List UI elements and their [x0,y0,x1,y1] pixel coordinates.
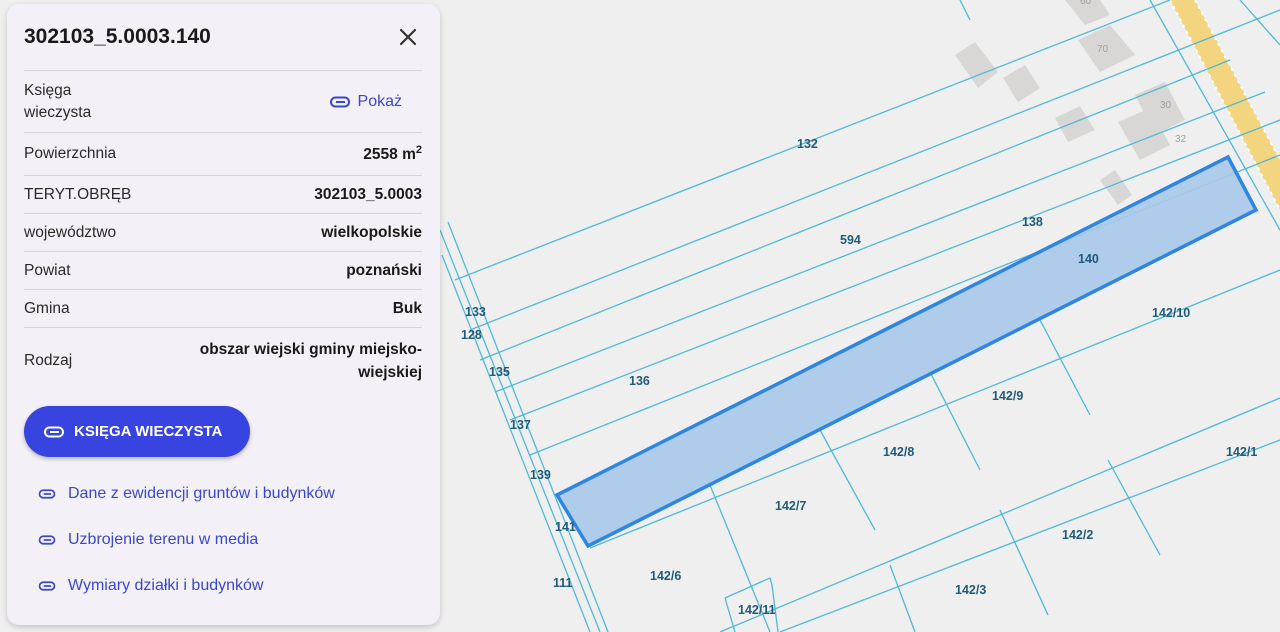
parcel-label: 138 [1022,215,1043,229]
parcel-label: 142/8 [883,445,914,459]
panel-header: 302103_5.0003.140 [24,4,422,70]
link-label: Wymiary działki i budynków [68,577,264,594]
attr-label: Powierzchnia [24,145,117,162]
building-number: 30 [1160,100,1172,111]
attr-value: 2558 m2 [363,144,422,164]
kw-button-label: KSIĘGA WIECZYSTA [74,423,223,440]
attr-label: Rodzaj [24,352,73,369]
links-list: Dane z ewidencji gruntów i budynków Uzbr… [24,471,422,609]
parcel-label: 137 [510,418,531,432]
attr-label: Księga wieczysta [24,81,92,121]
parcel-label: 142/10 [1152,306,1190,320]
parcel-label: 142/1 [1226,445,1257,459]
attr-value: wielkopolskie [321,223,422,241]
attr-row-wojewodztwo: województwo wielkopolskie [24,214,422,252]
parcel-label: 141 [555,520,576,534]
link-icon [38,535,56,545]
parcel-info-panel: 302103_5.0003.140 Księga wieczysta Pokaż… [7,4,440,625]
link-icon [329,96,350,108]
link-label: Dane z ewidencji gruntów i budynków [68,485,335,502]
parcel-label: 133 [465,305,486,319]
link-uzbrojenie[interactable]: Uzbrojenie terenu w media [24,517,422,563]
parcel-label: 142/3 [955,583,986,597]
attr-label: województwo [24,223,117,241]
parcel-label: 111 [553,576,573,590]
parcel-label: 594 [840,233,861,247]
link-ewidencja[interactable]: Dane z ewidencji gruntów i budynków [24,471,422,517]
attr-label: Powiat [24,261,71,279]
attr-value: obszar wiejski gminy miejsko-wiejskiej [199,341,422,381]
show-kw-link[interactable]: Pokaż [329,92,402,111]
parcel-label: 142/2 [1062,528,1093,542]
parcel-label: 142/6 [650,569,681,583]
area-value: 2558 m [363,146,416,164]
attr-row-obreb: TERYT.OBRĘB 302103_5.0003 [24,176,422,214]
close-icon[interactable] [394,23,422,51]
parcel-label: 136 [629,374,650,388]
link-icon [38,489,56,499]
parcel-label: 139 [530,468,551,482]
parcel-label: 142/9 [992,389,1023,403]
attr-label: Gmina [24,299,70,317]
parcel-label: 142/11 [738,603,776,617]
building-number: 70 [1097,44,1109,55]
area-unit-exponent: 2 [415,143,422,156]
attr-row-powiat: Powiat poznański [24,252,422,290]
attr-row-area: Powierzchnia 2558 m2 [24,133,422,176]
ksiega-wieczysta-button[interactable]: KSIĘGA WIECZYSTA [24,406,251,457]
parcel-id-title: 302103_5.0003.140 [24,25,211,48]
show-kw-label: Pokaż [357,92,402,110]
parcel-label: 128 [461,328,482,342]
attr-value: Buk [392,299,422,317]
link-label: Uzbrojenie terenu w media [68,531,259,548]
attr-row-gmina: Gmina Buk [24,290,422,328]
parcel-label: 142/7 [775,499,806,513]
parcel-label: 140 [1078,252,1099,266]
attribute-table: Księga wieczysta Pokaż Powierzchnia 2558… [24,70,422,394]
link-icon [38,581,56,591]
link-wymiary[interactable]: Wymiary działki i budynków [24,563,422,609]
attr-row-ksiega: Księga wieczysta Pokaż [24,71,422,133]
parcel-label: 132 [797,137,818,151]
attr-row-rodzaj: Rodzaj obszar wiejski gminy miejsko-wiej… [24,328,422,394]
building-number: 32 [1175,134,1187,145]
link-icon [44,426,64,438]
attr-label: TERYT.OBRĘB [24,185,132,203]
attr-value: 302103_5.0003 [314,185,422,203]
building-number: 60 [1080,0,1092,7]
attr-value: poznański [346,261,422,279]
parcel-label: 135 [489,365,510,379]
